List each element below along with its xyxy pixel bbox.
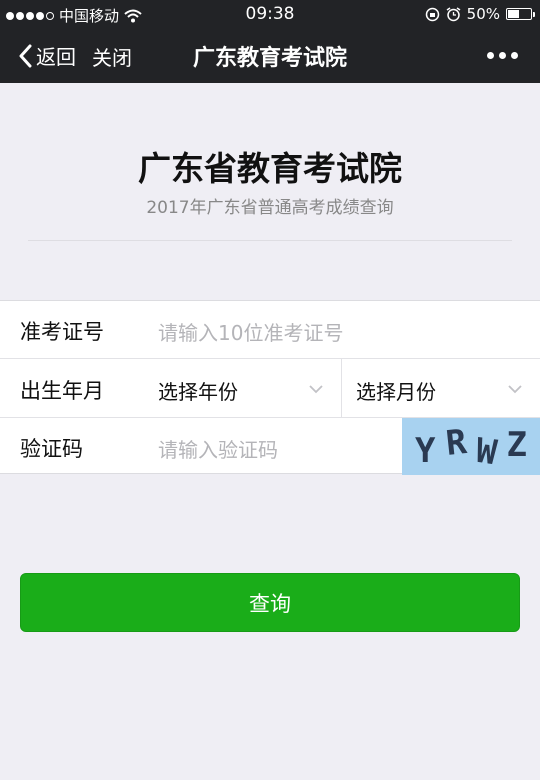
captcha-label: 验证码: [20, 437, 83, 461]
query-form: 准考证号 请输入10位准考证号 出生年月 选择年份 选择月份 验证码 请输入验证…: [0, 300, 540, 475]
header-divider: [28, 240, 512, 241]
page-title: 广东省教育考试院: [138, 149, 402, 188]
more-dot: [487, 52, 494, 59]
more-menu-button[interactable]: [487, 52, 518, 59]
more-dot: [511, 52, 518, 59]
captcha-char: W: [473, 430, 500, 473]
status-bar: 中国移动 09:38 50%: [0, 0, 540, 28]
month-select-value: 选择月份: [356, 380, 436, 404]
status-right: 50%: [425, 5, 535, 23]
exam-id-label: 准考证号: [20, 320, 104, 344]
orientation-lock-icon: [425, 7, 439, 21]
nav-title: 广东教育考试院: [192, 46, 347, 71]
more-dot: [499, 52, 506, 59]
captcha-char: Z: [506, 424, 527, 465]
battery-percent: 50%: [466, 5, 500, 23]
battery-fill: [508, 10, 519, 18]
page-subtitle: 2017年广东省普通高考成绩查询: [146, 198, 394, 218]
captcha-input[interactable]: 请输入验证码: [158, 434, 278, 463]
exam-id-row: 准考证号 请输入10位准考证号: [0, 301, 540, 359]
birth-row: 出生年月 选择年份 选择月份: [0, 359, 540, 417]
captcha-image[interactable]: Y R W Z: [402, 418, 540, 475]
chevron-down-icon: [309, 385, 323, 394]
navbar: 返回 关闭 广东教育考试院: [0, 28, 540, 83]
query-button[interactable]: 查询: [20, 573, 520, 632]
year-select-value: 选择年份: [158, 380, 238, 404]
select-divider: [341, 359, 342, 417]
captcha-char: Y: [415, 430, 436, 471]
top-bar: 中国移动 09:38 50% 返回 关闭 广东教育考试院: [0, 0, 540, 83]
chevron-down-icon: [508, 385, 522, 394]
exam-id-input[interactable]: 请输入10位准考证号: [158, 317, 343, 346]
battery-icon: [506, 8, 535, 20]
alarm-icon: [446, 6, 461, 21]
birth-label: 出生年月: [20, 379, 104, 403]
captcha-char: R: [443, 421, 469, 464]
